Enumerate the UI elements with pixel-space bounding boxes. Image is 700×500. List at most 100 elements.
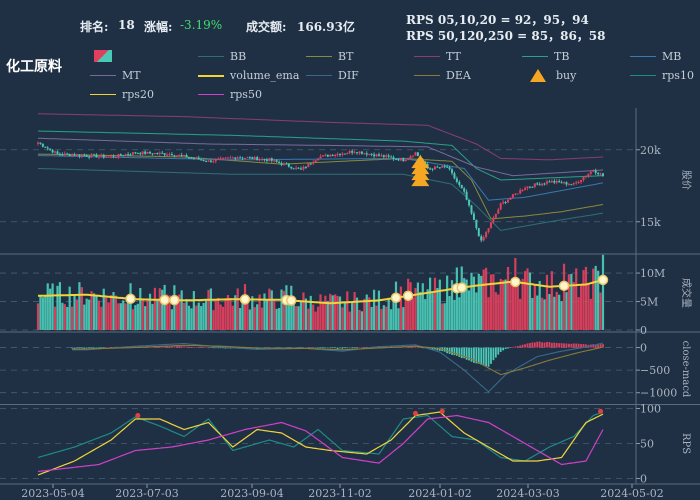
candle-body [570,184,573,186]
volume-bar [197,302,200,330]
candle-body [146,151,149,154]
volume-bar [124,303,127,330]
candle-body [226,157,229,159]
macd-histogram-bar [309,347,312,349]
volume-bar [592,268,595,330]
y-tick-label: 10M [640,267,665,280]
candle-body [346,152,349,154]
candle-body [63,153,66,156]
volume-bar [589,298,592,330]
volume-bar [243,284,247,330]
volume-bar [39,295,42,330]
volume-bar [438,279,441,330]
volume-bar [202,302,205,330]
candle-body [572,183,575,185]
volume-bar [402,307,405,330]
volume-bar [97,300,100,330]
candle-body [282,163,285,165]
candle-body [324,154,327,156]
volume-bar [214,300,217,330]
candle-body [192,157,195,159]
volume-bar [141,299,144,330]
volume-bar [531,297,534,330]
macd-histogram-bar [336,347,339,349]
volume-bar [229,298,232,330]
candle-body [270,158,273,161]
volume-bar [290,285,293,330]
macd-histogram-bar [358,347,361,348]
volume-bar [100,306,103,330]
macd-histogram-bar [76,347,78,349]
candle-body [360,151,363,154]
volume-bar [83,304,86,330]
candle-body [394,158,397,160]
candle-body [497,209,500,214]
volume-marker [510,276,521,288]
candle-body [273,160,276,162]
candle-body [407,157,410,160]
candle-body [380,155,383,157]
volume-bar [273,300,276,330]
macd-histogram-bar [207,347,210,349]
volume-bar [36,303,40,330]
volume-bar [380,308,383,330]
volume-bar [44,295,47,330]
macd-histogram-bar [329,347,332,349]
volume-bar [107,302,110,330]
volume-bar [251,296,254,330]
volume-bar [587,283,590,330]
volume-bar [453,299,456,330]
volume-bar [375,305,378,330]
candle-body [97,156,100,158]
candle-body [166,154,169,156]
candle-body [453,173,456,179]
volume-bar [348,311,351,330]
macd-histogram-bar [499,347,502,352]
candle-body [290,166,293,169]
volume-bar [426,289,429,330]
candle-body [158,152,161,154]
volume-bar [409,282,412,330]
macd-histogram-bar [477,347,480,364]
candle-body [307,163,310,168]
volume-bar [180,290,183,330]
candle-body [414,152,417,156]
candle-body [248,157,251,159]
candle-body [168,154,171,156]
volume-bar [85,298,88,330]
macd-histogram-bar [543,342,546,348]
candle-body [180,154,183,156]
candle-body [151,153,154,155]
volume-bar [204,298,208,330]
volume-bar [63,304,66,330]
candle-body [538,184,541,186]
candle-body [80,155,83,157]
rps-high-marker [135,413,141,418]
y-tick-label: 100 [640,403,661,416]
volume-bar [285,285,288,330]
candle-body [229,157,232,159]
candle-body [302,166,305,170]
macd-histogram-bar [197,347,200,348]
macd-histogram-bar [331,347,334,349]
volume-bar [122,300,125,330]
candle-body [577,182,580,184]
y-tick-label: 0 [640,342,647,355]
candle-body [528,186,531,188]
volume-bar [506,266,510,330]
candle-body [187,157,190,159]
candle-body [280,163,283,165]
volume-bar [523,271,527,330]
volume-bar [217,297,220,330]
candle-body [119,154,122,156]
volume-bar [53,306,57,330]
volume-bar [170,309,174,330]
volume-bar [234,295,237,330]
candle-body [141,151,144,155]
candle-body [582,177,585,180]
macd-histogram-bar [553,342,556,348]
candle-body [531,186,534,188]
macd-histogram-bar [205,347,207,348]
volume-bar [516,284,519,330]
volume-bar [353,292,356,330]
